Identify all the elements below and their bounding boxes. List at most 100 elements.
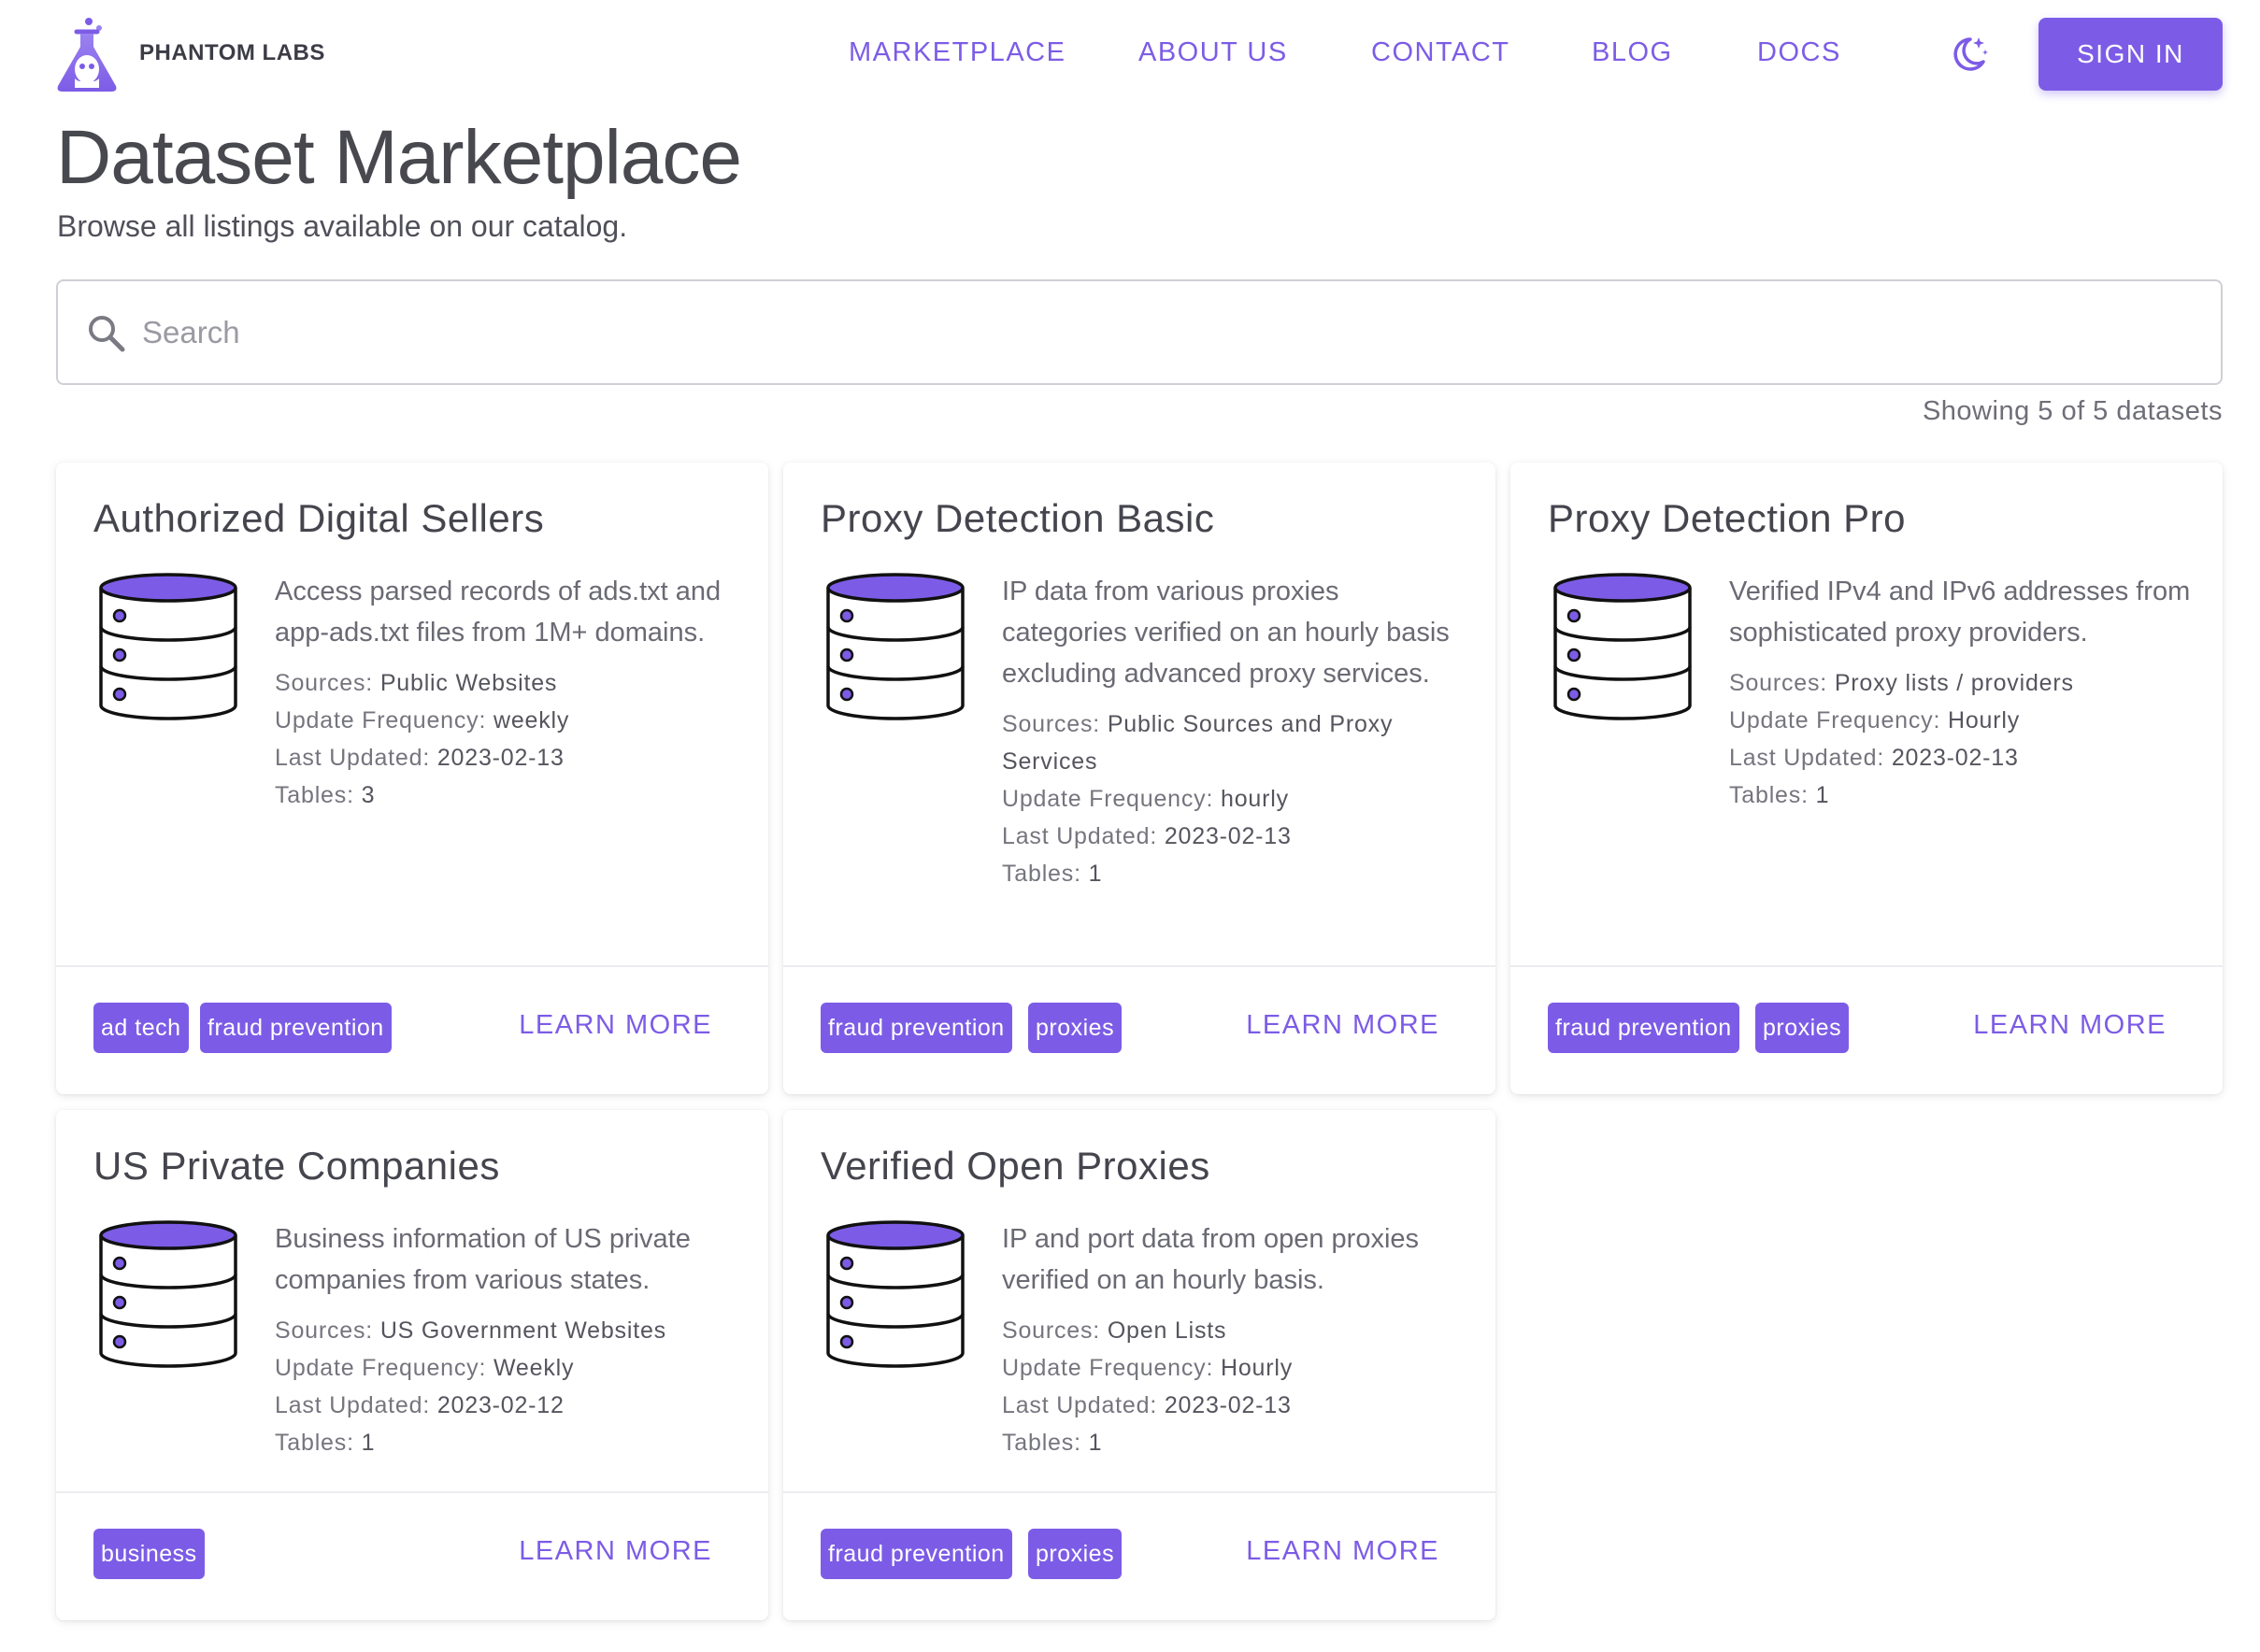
nav-contact[interactable]: CONTACT — [1371, 37, 1510, 68]
meta-value: Proxy lists / providers — [1834, 670, 2074, 696]
learn-more-link[interactable]: LEARN MORE — [1973, 1010, 2167, 1041]
card-footer: fraud prevention proxies LEARN MORE — [783, 1491, 1495, 1620]
card-description: Business information of US private compa… — [275, 1224, 691, 1295]
meta-value: weekly — [493, 707, 570, 733]
meta-sources: Sources: Public Websites — [275, 664, 742, 702]
meta-label: Last Updated: — [275, 745, 431, 771]
card-info: Business information of US private compa… — [275, 1218, 742, 1461]
database-icon — [826, 1220, 965, 1368]
card-info: Verified IPv4 and IPv6 addresses from so… — [1729, 571, 2196, 814]
meta-value: 2023-02-13 — [1164, 1392, 1292, 1418]
nav-about-us[interactable]: ABOUT US — [1138, 37, 1288, 68]
dataset-card-verified-open-proxies: Verified Open Proxies IP and port data f… — [783, 1110, 1495, 1620]
meta-update-frequency: Update Frequency: hourly — [1002, 780, 1469, 818]
dataset-card-authorized-digital-sellers: Authorized Digital Sellers Access parsed… — [56, 463, 768, 1094]
card-info: IP and port data from open proxies verif… — [1002, 1218, 1469, 1461]
meta-value: Public Websites — [379, 670, 558, 696]
meta-update-frequency: Update Frequency: weekly — [275, 702, 742, 739]
card-footer: business LEARN MORE — [56, 1491, 768, 1620]
learn-more-link[interactable]: LEARN MORE — [519, 1536, 712, 1567]
meta-label: Sources: — [275, 1317, 374, 1344]
meta-tables: Tables: 1 — [1002, 1424, 1469, 1461]
meta-sources: Sources: US Government Websites — [275, 1312, 742, 1349]
meta-update-frequency: Update Frequency: Hourly — [1002, 1349, 1469, 1387]
card-title: Authorized Digital Sellers — [93, 496, 545, 540]
search-icon — [89, 316, 125, 352]
tag-chip[interactable]: fraud prevention — [821, 1529, 1012, 1579]
meta-label: Tables: — [1002, 861, 1081, 887]
card-description: Access parsed records of ads.txt and app… — [275, 577, 722, 648]
meta-value: 1 — [1088, 861, 1103, 887]
meta-tables: Tables: 1 — [1729, 776, 2196, 814]
search-bar[interactable] — [56, 279, 2223, 385]
meta-label: Tables: — [1002, 1430, 1081, 1456]
meta-label: Tables: — [275, 1430, 354, 1456]
meta-label: Tables: — [275, 782, 354, 808]
tag-chip[interactable]: fraud prevention — [1548, 1003, 1739, 1053]
meta-last-updated: Last Updated: 2023-02-12 — [275, 1387, 742, 1424]
card-description: IP and port data from open proxies verif… — [1002, 1224, 1420, 1295]
meta-last-updated: Last Updated: 2023-02-13 — [1729, 739, 2196, 776]
nav-marketplace[interactable]: MARKETPLACE — [849, 37, 1066, 68]
meta-value: 1 — [1815, 782, 1830, 808]
meta-sources: Sources: Public Sources and Proxy Servic… — [1002, 705, 1469, 780]
meta-label: Update Frequency: — [1729, 707, 1941, 733]
meta-label: Last Updated: — [275, 1392, 431, 1418]
database-icon — [826, 573, 965, 720]
meta-value: Hourly — [1220, 1355, 1294, 1381]
card-info: IP data from various proxies categories … — [1002, 571, 1469, 892]
tag-chip[interactable]: fraud prevention — [821, 1003, 1012, 1053]
dataset-card-proxy-detection-basic: Proxy Detection Basic IP data from vario… — [783, 463, 1495, 1094]
moon-star-icon[interactable] — [1948, 34, 1989, 75]
meta-tables: Tables: 1 — [275, 1424, 742, 1461]
dataset-grid: Authorized Digital Sellers Access parsed… — [56, 463, 2223, 1631]
database-icon — [99, 1220, 237, 1368]
meta-value: US Government Websites — [379, 1317, 666, 1344]
card-title: US Private Companies — [93, 1144, 500, 1188]
meta-sources: Sources: Proxy lists / providers — [1729, 664, 2196, 702]
meta-value: 2023-02-13 — [1164, 823, 1292, 849]
tag-chip[interactable]: proxies — [1028, 1003, 1123, 1053]
meta-label: Last Updated: — [1729, 745, 1885, 771]
tag-chip[interactable]: proxies — [1028, 1529, 1123, 1579]
meta-value: 3 — [361, 782, 376, 808]
meta-value: Weekly — [493, 1355, 575, 1381]
meta-label: Last Updated: — [1002, 1392, 1158, 1418]
meta-label: Update Frequency: — [1002, 786, 1214, 812]
nav-blog[interactable]: BLOG — [1592, 37, 1673, 68]
search-input[interactable] — [142, 304, 2180, 362]
card-description: Verified IPv4 and IPv6 addresses from so… — [1729, 577, 2191, 648]
tag-chip[interactable]: ad tech — [93, 1003, 189, 1053]
sign-in-button[interactable]: SIGN IN — [2038, 18, 2223, 91]
meta-last-updated: Last Updated: 2023-02-13 — [275, 739, 742, 776]
meta-value: 1 — [1088, 1430, 1103, 1456]
card-description: IP data from various proxies categories … — [1002, 577, 1450, 689]
learn-more-link[interactable]: LEARN MORE — [1246, 1010, 1439, 1041]
meta-value: 2023-02-13 — [1891, 745, 2019, 771]
database-icon — [99, 573, 237, 720]
meta-label: Update Frequency: — [275, 1355, 487, 1381]
phantom-flask-logo-icon[interactable] — [54, 17, 120, 93]
meta-label: Tables: — [1729, 782, 1809, 808]
meta-value: Hourly — [1947, 707, 2021, 733]
card-footer: fraud prevention proxies LEARN MORE — [1510, 965, 2223, 1094]
card-footer: ad tech fraud prevention LEARN MORE — [56, 965, 768, 1094]
page-subtitle: Browse all listings available on our cat… — [57, 209, 628, 243]
page-title: Dataset Marketplace — [56, 115, 742, 200]
card-info: Access parsed records of ads.txt and app… — [275, 571, 742, 814]
meta-label: Update Frequency: — [275, 707, 487, 733]
meta-update-frequency: Update Frequency: Hourly — [1729, 702, 2196, 739]
meta-last-updated: Last Updated: 2023-02-13 — [1002, 818, 1469, 855]
meta-last-updated: Last Updated: 2023-02-13 — [1002, 1387, 1469, 1424]
nav-docs[interactable]: DOCS — [1757, 37, 1841, 68]
learn-more-link[interactable]: LEARN MORE — [519, 1010, 712, 1041]
learn-more-link[interactable]: LEARN MORE — [1246, 1536, 1439, 1567]
tag-chip[interactable]: proxies — [1755, 1003, 1850, 1053]
card-title: Proxy Detection Pro — [1548, 496, 1906, 540]
tag-chip[interactable]: fraud prevention — [200, 1003, 392, 1053]
meta-label: Update Frequency: — [1002, 1355, 1214, 1381]
meta-value: 2023-02-12 — [436, 1392, 565, 1418]
meta-tables: Tables: 1 — [1002, 855, 1469, 892]
tag-chip[interactable]: business — [93, 1529, 205, 1579]
meta-value: 2023-02-13 — [436, 745, 565, 771]
